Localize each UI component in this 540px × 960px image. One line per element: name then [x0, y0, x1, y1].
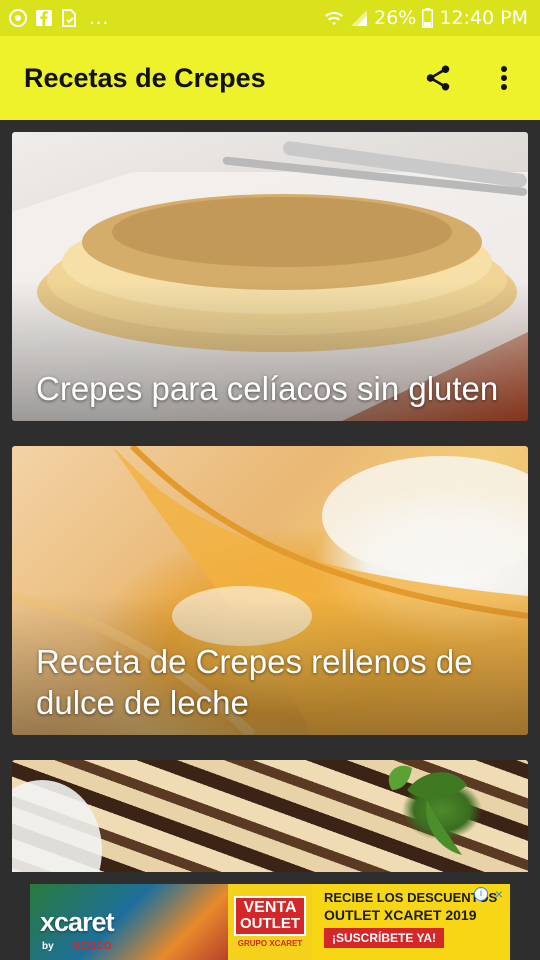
document-icon — [60, 8, 78, 28]
ad-area: xcaret by MEXICO VENTA OUTLET GRUPO XCAR… — [0, 872, 540, 960]
ad-brand-sub: by — [42, 941, 54, 952]
ad-copy: RECIBE LOS DESCUENTOS OUTLET XCARET 2019… — [312, 884, 510, 960]
wifi-icon — [324, 9, 344, 27]
ad-badge-line3: GRUPO XCARET — [237, 939, 303, 948]
battery-icon — [422, 8, 434, 28]
more-options-button[interactable] — [486, 60, 522, 96]
share-button[interactable] — [420, 60, 456, 96]
recipe-card[interactable]: Crepes para celíacos sin gluten — [12, 132, 528, 421]
ad-badge-line2: OUTLET — [240, 915, 300, 932]
overflow-notifications: ... — [89, 7, 110, 29]
share-icon — [426, 65, 450, 91]
signal-icon — [350, 9, 368, 27]
ad-badge: VENTA OUTLET GRUPO XCARET — [228, 884, 312, 960]
app-actions — [420, 60, 522, 96]
ad-headline-2: OUTLET XCARET 2019 — [324, 907, 477, 923]
notification-icons: ... — [8, 8, 109, 29]
app-title: Recetas de Crepes — [24, 62, 266, 93]
recipe-card[interactable]: Receta de Crepes rellenos de dulce de le… — [12, 446, 528, 735]
ad-banner[interactable]: xcaret by MEXICO VENTA OUTLET GRUPO XCAR… — [30, 884, 510, 960]
facebook-icon — [35, 9, 53, 27]
app-bar: Recetas de Crepes — [0, 36, 540, 120]
ad-badge-line1: VENTA — [243, 899, 297, 916]
ad-close-icon[interactable]: × — [492, 887, 506, 901]
status-bar: ... 26% 12:40 PM — [0, 0, 540, 36]
battery-percent: 26% — [374, 7, 417, 29]
ad-brand: xcaret — [40, 906, 115, 937]
recipe-title: Receta de Crepes rellenos de dulce de le… — [36, 643, 473, 721]
ad-cta-button[interactable]: ¡SUSCRÍBETE YA! — [324, 928, 445, 948]
recipe-list[interactable]: Crepes para celíacos sin gluten Receta d… — [0, 120, 540, 872]
recipe-title: Crepes para celíacos sin gluten — [36, 370, 499, 407]
clock: 12:40 PM — [439, 7, 528, 29]
messenger-icon — [8, 8, 28, 28]
ad-brand-sub2: MEXICO — [72, 941, 112, 952]
more-vert-icon — [501, 66, 507, 90]
ad-brand-panel: xcaret by MEXICO — [30, 884, 228, 960]
system-status: 26% 12:40 PM — [324, 7, 528, 29]
recipe-card[interactable] — [12, 760, 528, 872]
ad-info-icon[interactable]: i — [474, 887, 488, 901]
recipe-image — [12, 760, 528, 872]
